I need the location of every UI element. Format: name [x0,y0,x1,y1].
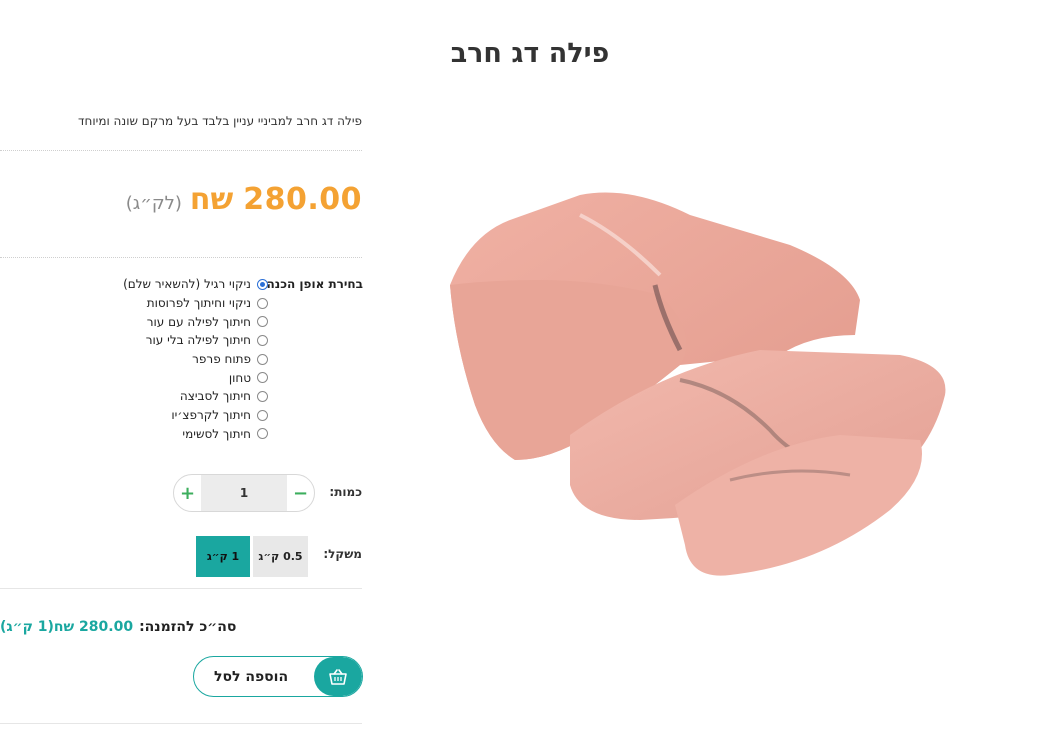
basket-icon [314,657,362,696]
option-label: ניקוי רגיל (להשאיר שלם) [123,277,251,292]
weight-option-half-kg[interactable]: 0.5 ק״ג [253,536,308,577]
preparation-option[interactable]: חיתוך לסביצה [0,387,268,406]
price-currency: שח [189,182,234,217]
radio-button[interactable] [257,372,268,384]
divider [0,588,362,589]
option-label: חיתוך לפילה עם עור [146,314,251,329]
add-to-cart-label: הוספה לסל [214,668,289,685]
preparation-option[interactable]: חיתוך לפילה בלי עור [0,331,268,350]
divider [0,257,362,258]
option-label: חיתוך לקרפצ׳יו [171,408,251,423]
plus-button[interactable]: + [174,475,201,511]
preparation-option[interactable]: פתוח פרפר [0,350,268,369]
option-label: ניקוי וחיתוך לפרוסות [146,296,251,311]
quantity-label: כמות: [329,485,362,499]
radio-button-selected[interactable] [257,278,268,290]
preparation-option[interactable]: חיתוך לפילה עם עור [0,312,268,331]
preparation-option[interactable]: ניקוי וחיתוך לפרוסות [0,294,268,313]
radio-button[interactable] [257,316,268,328]
product-title: פילה דג חרב [450,38,610,69]
option-label: חיתוך לסשימי [182,426,251,441]
preparation-label: בחירת אופן הכנה: [261,277,363,291]
add-to-cart-button[interactable]: הוספה לסל [193,656,363,697]
preparation-option[interactable]: טחון [0,368,268,387]
quantity-input[interactable]: 1 [201,475,287,511]
radio-button[interactable] [257,409,268,421]
radio-button[interactable] [257,353,268,365]
divider [0,150,362,151]
weight-option-one-kg[interactable]: 1 ק״ג [196,536,250,577]
product-description: פילה דג חרב למביניי עניין בלבד בעל מרקם … [77,114,362,128]
preparation-options: ניקוי רגיל (להשאיר שלם) ניקוי וחיתוך לפר… [0,275,268,443]
divider [0,723,362,724]
radio-button[interactable] [257,428,268,440]
weight-label: משקל: [323,547,362,561]
price-row: (לק״ג) שח 280.00 [0,182,362,222]
option-label: חיתוך לפילה בלי עור [145,333,251,348]
option-label: חיתוך לסביצה [179,389,251,404]
price-unit: (לק״ג) [125,193,182,214]
order-total-value: 280.00 שח(1 ק״ג) [0,619,134,635]
order-total: סה״כ להזמנה: 280.00 שח(1 ק״ג) [0,619,362,635]
radio-button[interactable] [257,297,268,309]
price-value: 280.00 [243,182,362,217]
quantity-stepper: + 1 − [173,474,315,512]
option-label: פתוח פרפר [192,352,251,367]
minus-button[interactable]: − [287,475,314,511]
preparation-option[interactable]: חיתוך לקרפצ׳יו [0,406,268,425]
product-image [450,192,946,576]
radio-button[interactable] [257,334,268,346]
preparation-option[interactable]: חיתוך לסשימי [0,425,268,444]
option-label: טחון [228,370,251,385]
radio-button[interactable] [257,390,268,402]
preparation-option[interactable]: ניקוי רגיל (להשאיר שלם) [0,275,268,294]
order-total-label: סה״כ להזמנה: [139,619,237,635]
